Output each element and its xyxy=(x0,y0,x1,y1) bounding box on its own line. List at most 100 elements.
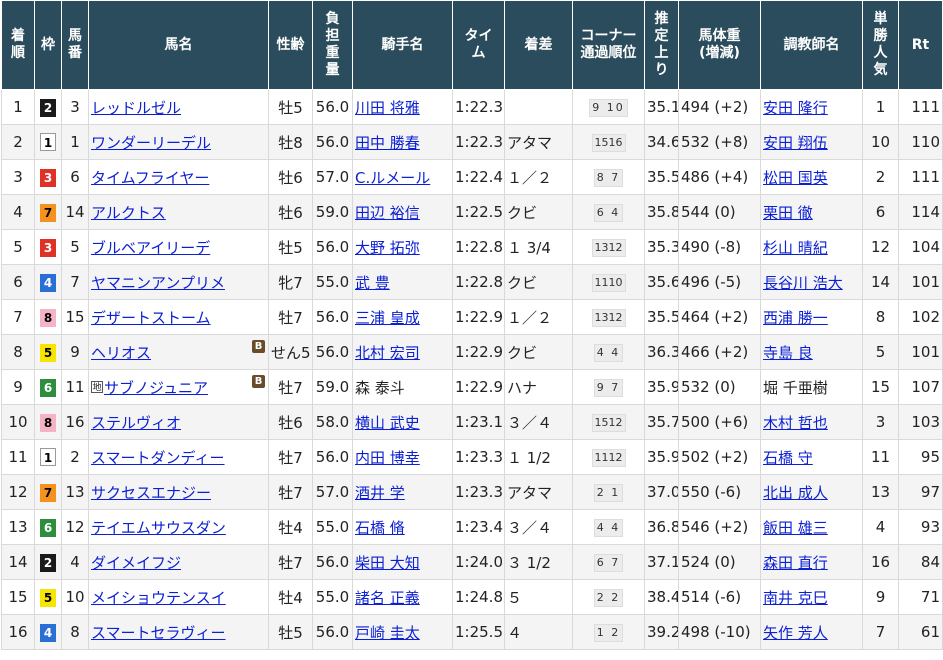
jockey-link[interactable]: 酒井 学 xyxy=(355,484,405,502)
finish-margin: １／２ xyxy=(507,308,553,327)
corner-cell: 8 7 xyxy=(572,159,645,195)
umaban-cell: 1 xyxy=(61,124,89,160)
horse-name-link[interactable]: タイムフライヤー xyxy=(91,167,209,188)
trainer-cell: 矢作 芳人 xyxy=(760,614,863,650)
horse-name-link[interactable]: サブノジュニア xyxy=(104,377,208,398)
jockey-link[interactable]: 三浦 皇成 xyxy=(355,309,420,327)
jockey-link[interactable]: 柴田 大知 xyxy=(355,554,420,572)
horse-name-link[interactable]: スマートダンディー xyxy=(91,447,225,468)
jockey-link[interactable]: 田辺 裕信 xyxy=(355,204,420,222)
trainer-link[interactable]: 杉山 晴紀 xyxy=(763,239,828,257)
horse-name-link[interactable]: アルクトス xyxy=(91,202,166,223)
horse-number: 3 xyxy=(70,98,80,116)
sexage-cell: 牡6 xyxy=(268,404,313,440)
last-3f-time: 35.6 xyxy=(647,273,679,291)
jockey-link[interactable]: 戸崎 圭太 xyxy=(355,624,420,642)
margin-cell xyxy=(504,89,573,125)
jockey-link[interactable]: 北村 宏司 xyxy=(355,344,420,362)
header-horse: 馬名 xyxy=(88,0,269,90)
last-3f-time: 35.3 xyxy=(647,238,679,256)
rt-cell: 103 xyxy=(898,404,943,440)
last3f-cell: 35.9 xyxy=(644,369,679,405)
jockey-link[interactable]: 諸名 正義 xyxy=(355,589,420,607)
trainer-link[interactable]: 栗田 徹 xyxy=(763,204,813,222)
body-cell: 546 (+2) xyxy=(678,509,761,545)
win-popularity: 3 xyxy=(875,413,886,431)
table-row: 9 6 11 地サブノジュニア B 牡7 59.0 森 泰斗 1:22.9 ハナ 9 7 35.9 53… xyxy=(1,369,943,405)
horse-name-link[interactable]: テイエムサウスダン xyxy=(91,517,226,538)
trainer-link[interactable]: 松田 国英 xyxy=(763,169,828,187)
horse-name-wrap: デザートストーム xyxy=(91,307,266,328)
sex-age: 牡7 xyxy=(278,378,303,397)
win-popularity: 16 xyxy=(870,553,891,571)
pop-cell: 8 xyxy=(862,299,899,335)
horse-number: 10 xyxy=(65,588,85,606)
jockey-link[interactable]: 内田 博幸 xyxy=(355,449,420,467)
time-cell: 1:23.3 xyxy=(452,474,505,510)
time-cell: 1:22.3 xyxy=(452,124,505,160)
trainer-cell: 飯田 雄三 xyxy=(760,509,863,545)
body-cell: 496 (-5) xyxy=(678,264,761,300)
carried-weight: 56.0 xyxy=(315,98,350,116)
carried-weight: 56.0 xyxy=(315,308,350,326)
pop-cell: 2 xyxy=(862,159,899,195)
trainer-link[interactable]: 木村 哲也 xyxy=(763,414,828,432)
horse-name-link[interactable]: ワンダーリーデル xyxy=(91,132,211,153)
trainer-link[interactable]: 石橋 守 xyxy=(763,449,813,467)
trainer-link[interactable]: 安田 隆行 xyxy=(763,99,828,117)
win-popularity: 15 xyxy=(870,378,891,396)
horse-cell: ヘリオス B xyxy=(88,334,269,370)
horse-name-link[interactable]: サクセスエナジー xyxy=(91,482,211,503)
waku-badge: 1 xyxy=(40,133,56,151)
jockey-link[interactable]: 武 豊 xyxy=(355,274,390,292)
trainer-link[interactable]: 矢作 芳人 xyxy=(763,624,828,642)
horse-name-link[interactable]: レッドルゼル xyxy=(91,97,181,118)
horse-name-link[interactable]: ヤマニンアンプリメ xyxy=(91,272,225,293)
jockey-link[interactable]: 田中 勝春 xyxy=(355,134,420,152)
waku-cell: 5 xyxy=(34,334,62,370)
waku-cell: 2 xyxy=(34,89,62,125)
finish-rank: 9 xyxy=(13,378,23,396)
waku-badge: 2 xyxy=(40,98,56,117)
header-margin: 着差 xyxy=(504,0,573,90)
horse-number: 5 xyxy=(70,238,80,256)
table-row: 12 7 13 サクセスエナジー 牡7 57.0 酒井 学 1:23.3 アタマ 2 1 37.0 5… xyxy=(1,474,943,510)
umaban-cell: 6 xyxy=(61,159,89,195)
horse-name-link[interactable]: スマートセラヴィー xyxy=(91,622,226,643)
trainer-link[interactable]: 安田 翔伍 xyxy=(763,134,828,152)
rt-cell: 114 xyxy=(898,194,943,230)
jockey-link[interactable]: 石橋 脩 xyxy=(355,519,405,537)
finish-margin: １ 3/4 xyxy=(507,238,551,257)
horse-name-link[interactable]: ダイメイフジ xyxy=(91,552,181,573)
horse-name-link[interactable]: ヘリオス xyxy=(91,342,151,363)
trainer-link[interactable]: 北出 成人 xyxy=(763,484,828,502)
header-last3f: 推定上り xyxy=(644,0,679,90)
win-popularity: 4 xyxy=(875,518,886,536)
trainer-link[interactable]: 飯田 雄三 xyxy=(763,519,828,537)
header-trainer: 調教師名 xyxy=(760,0,863,90)
jockey-cell: 諸名 正義 xyxy=(352,579,453,615)
trainer-link[interactable]: 西浦 勝一 xyxy=(763,309,828,327)
jockey-link[interactable]: C.ルメール xyxy=(355,169,430,187)
rating: 95 xyxy=(920,448,940,466)
trainer-link[interactable]: 長谷川 浩大 xyxy=(763,274,843,292)
jockey-link[interactable]: 横山 武史 xyxy=(355,414,420,432)
pop-cell: 1 xyxy=(862,89,899,125)
sexage-cell: 牡8 xyxy=(268,124,313,160)
horse-name-link[interactable]: ステルヴィオ xyxy=(91,412,181,433)
jockey-link[interactable]: 大野 拓弥 xyxy=(355,239,420,257)
horse-name-link[interactable]: メイショウテンスイ xyxy=(91,587,226,608)
horse-name-link[interactable]: デザートストーム xyxy=(91,307,211,328)
waku-badge: 6 xyxy=(40,378,56,397)
carried-weight: 59.0 xyxy=(315,378,350,396)
jockey-link[interactable]: 川田 将雅 xyxy=(355,99,420,117)
trainer-link[interactable]: 森田 直行 xyxy=(763,554,828,572)
last-3f-time: 37.0 xyxy=(647,483,679,501)
horse-name-link[interactable]: ブルベアイリーデ xyxy=(91,237,210,258)
sexage-cell: 牡7 xyxy=(268,474,313,510)
horse-number: 8 xyxy=(70,623,80,641)
trainer-link[interactable]: 寺島 良 xyxy=(763,344,813,362)
trainer-link[interactable]: 南井 克巳 xyxy=(763,589,828,607)
corner-positions: 1 2 xyxy=(593,624,624,642)
sexage-cell: 牝7 xyxy=(268,264,313,300)
